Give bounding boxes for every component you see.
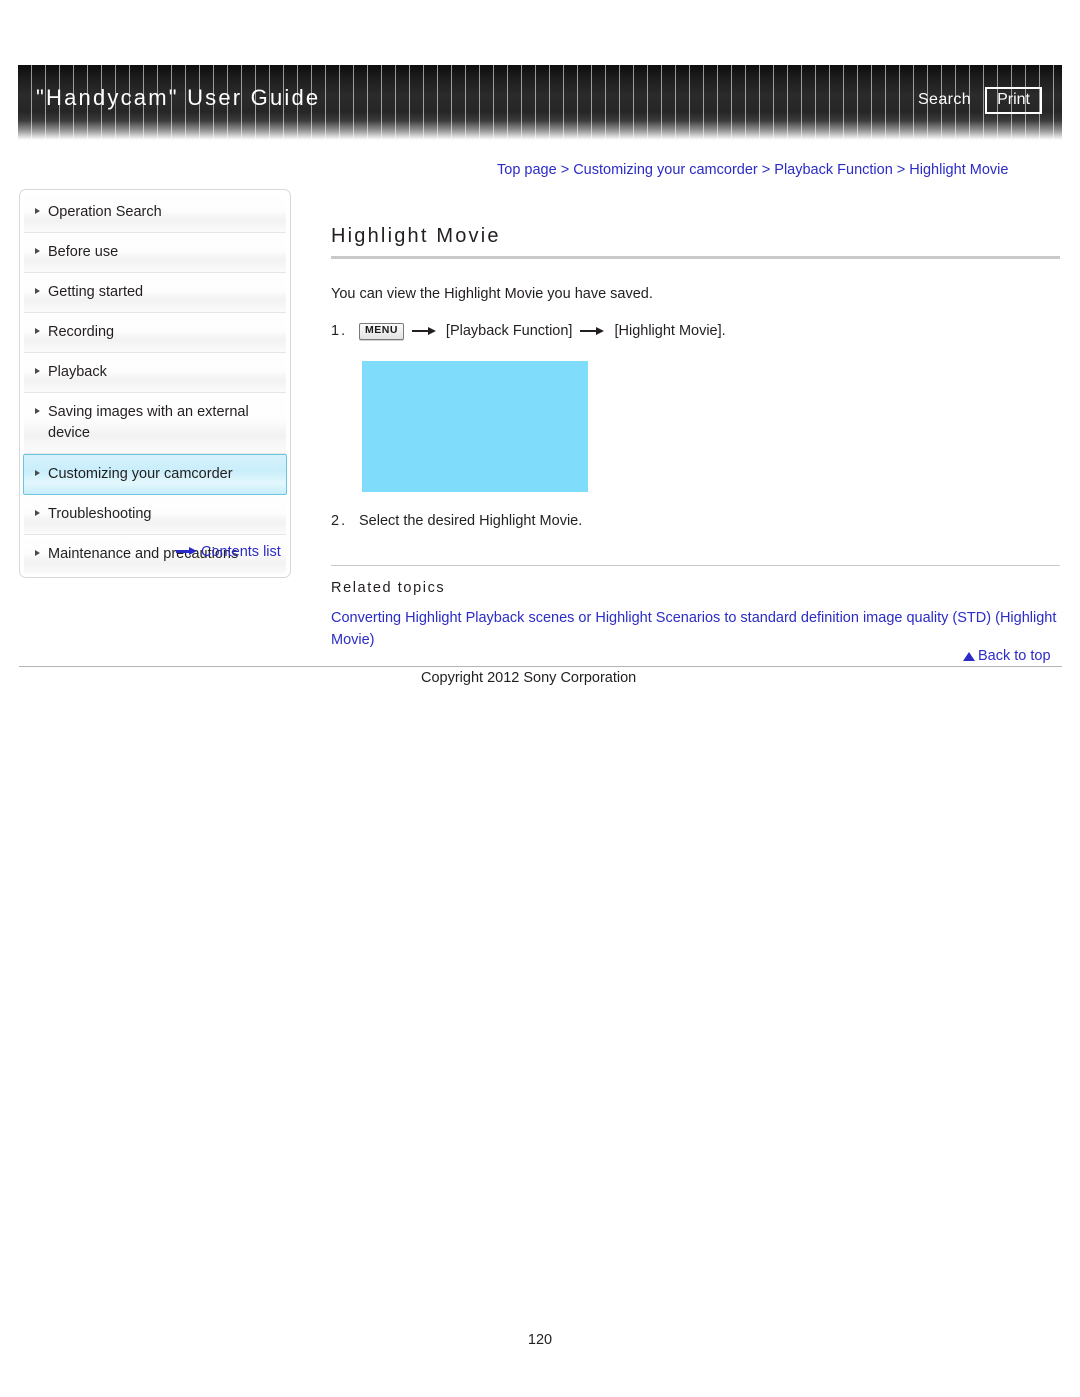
related-topic-link[interactable]: Converting Highlight Playback scenes or … — [331, 608, 1060, 652]
sidebar-item-label: Playback — [48, 364, 107, 381]
heading-divider — [331, 256, 1060, 259]
sidebar-item-label: Operation Search — [48, 204, 162, 220]
sidebar-item-troubleshooting[interactable]: Troubleshooting — [24, 495, 286, 536]
sidebar-item-label: Customizing your camcorder — [48, 466, 233, 483]
sidebar-nav: Operation Search Before use Getting star… — [19, 189, 291, 579]
contents-list-label: Contents list — [201, 544, 281, 560]
triangle-right-icon — [35, 408, 40, 415]
sidebar-item-customizing-your-camcorder[interactable]: Customizing your camcorder — [23, 454, 287, 496]
sidebar-item-before-use[interactable]: Before use — [24, 233, 286, 274]
related-topics-heading: Related topics — [331, 580, 446, 597]
contents-list-link[interactable]: Contents list — [176, 544, 281, 560]
triangle-right-icon — [35, 470, 40, 477]
step-number: 2. — [331, 512, 348, 529]
sidebar-item-saving-images-with-an-external-device[interactable]: Saving images with an external device — [24, 393, 286, 455]
search-link[interactable]: Search — [918, 91, 971, 109]
sidebar-item-playback[interactable]: Playback — [24, 353, 286, 394]
page-number: 120 — [527, 1332, 553, 1348]
triangle-right-icon — [35, 550, 40, 557]
step-1-target-2: [Highlight Movie]. — [614, 322, 726, 339]
step-2-text: Select the desired Highlight Movie. — [359, 512, 583, 529]
sidebar-item-label: Before use — [48, 244, 119, 261]
back-to-top-label: Back to top — [978, 648, 1051, 664]
breadcrumb-separator: > — [896, 162, 906, 178]
breadcrumb-separator: > — [560, 162, 570, 178]
sidebar-item-operation-search[interactable]: Operation Search — [24, 193, 286, 234]
arrow-right-icon — [411, 326, 438, 336]
triangle-up-icon — [963, 652, 975, 661]
sidebar-item-label: Getting started — [48, 284, 144, 301]
step-2: 2. Select the desired Highlight Movie. — [331, 510, 1062, 533]
menu-button-icon: MENU — [359, 323, 404, 340]
triangle-right-icon — [35, 288, 40, 295]
breadcrumb-item-top-page[interactable]: Top page — [497, 162, 557, 178]
arrow-right-icon — [580, 326, 606, 336]
copyright-text: Copyright 2012 Sony Corporation — [421, 670, 637, 686]
sidebar-item-recording[interactable]: Recording — [24, 313, 286, 354]
breadcrumb: Top page > Customizing your camcorder > … — [497, 162, 1008, 178]
breadcrumb-item-customizing-your-camcorder[interactable]: Customizing your camcorder — [573, 162, 758, 178]
sidebar-item-label: Saving images with an external device — [48, 404, 249, 442]
triangle-right-icon — [35, 510, 40, 517]
page-title: Highlight Movie — [331, 225, 501, 247]
header-actions: Search Print — [918, 87, 1042, 114]
step-1: 1. MENU [Playback Function] [Highlight M… — [331, 320, 1062, 343]
breadcrumb-item-playback-function[interactable]: Playback Function — [774, 162, 892, 178]
related-topics-divider — [331, 565, 1060, 567]
illustration-placeholder — [362, 360, 588, 492]
triangle-right-icon — [35, 248, 40, 255]
site-header: "Handycam" User Guide Search Print — [18, 65, 1062, 140]
intro-paragraph: You can view the Highlight Movie you hav… — [331, 286, 653, 302]
arrow-right-icon — [176, 546, 198, 556]
triangle-right-icon — [35, 368, 40, 375]
site-title: "Handycam" User Guide — [36, 85, 321, 110]
triangle-right-icon — [35, 208, 40, 214]
sidebar-item-getting-started[interactable]: Getting started — [24, 273, 286, 314]
footer-divider — [19, 666, 1062, 667]
main-content: Highlight Movie You can view the Highlig… — [331, 225, 1062, 652]
sidebar-item-label: Recording — [48, 324, 115, 341]
step-number: 1. — [331, 322, 348, 339]
breadcrumb-item-highlight-movie[interactable]: Highlight Movie — [909, 162, 1008, 178]
back-to-top-link[interactable]: Back to top — [963, 648, 1051, 664]
breadcrumb-separator: > — [761, 162, 771, 178]
print-button[interactable]: Print — [985, 87, 1042, 114]
step-1-target-1: [Playback Function] — [445, 322, 573, 339]
sidebar-item-label: Troubleshooting — [48, 506, 152, 523]
triangle-right-icon — [35, 328, 40, 335]
